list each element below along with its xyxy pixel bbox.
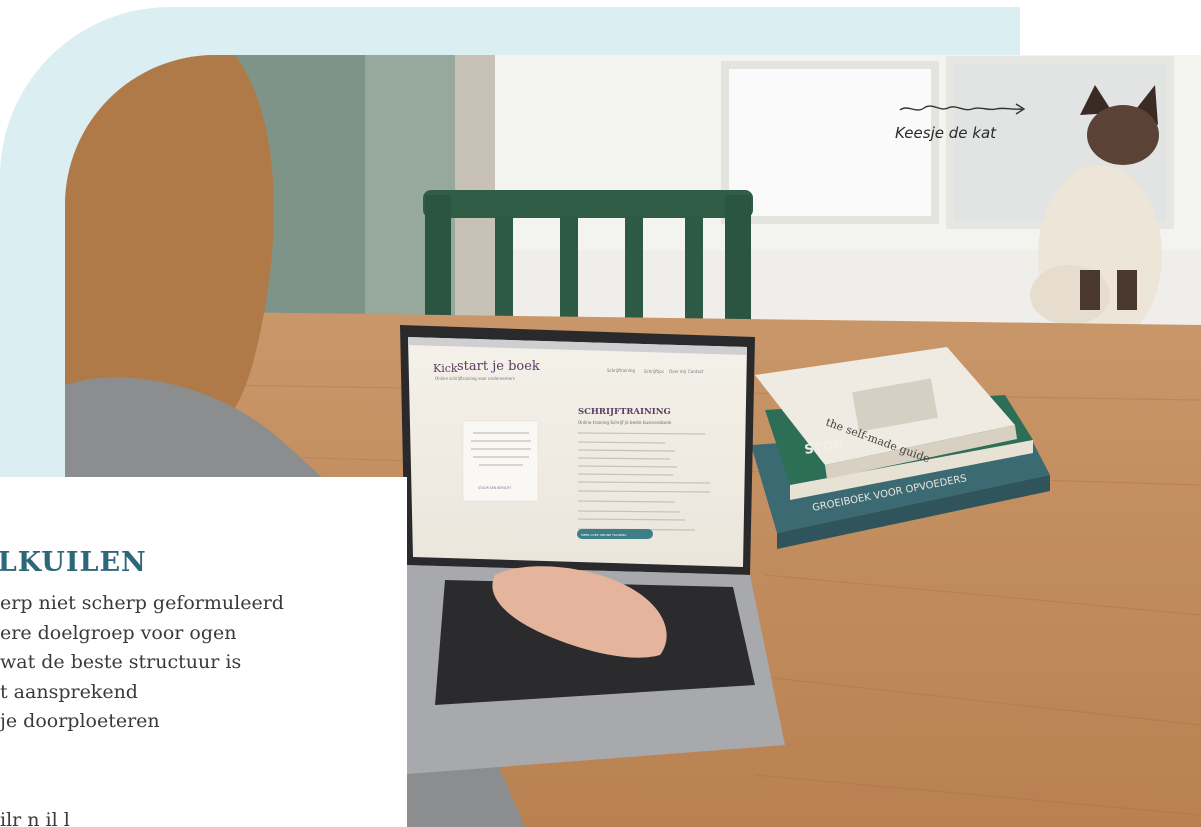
- card-title: VALKUILEN: [0, 547, 147, 578]
- cat-annotation: Keesje de kat: [895, 98, 1035, 148]
- pitfall-list: erp niet scherp geformuleerd ere doelgro…: [0, 589, 284, 737]
- screen-quote-button: STUUR EEN BERICHT: [478, 486, 511, 490]
- screen-cta-button: MEER OVER ONLINE TRAINING: [581, 533, 627, 537]
- cat-label: Keesje de kat: [895, 124, 997, 142]
- list-item: t aansprekend: [0, 680, 138, 703]
- cut-off-line: ilr n il l: [0, 809, 70, 827]
- screen-logo-rest: start je boek: [457, 359, 540, 374]
- laptop: Kick start je boek Online schrijftrainin…: [395, 325, 785, 775]
- screen-nav-4: Contact: [688, 369, 704, 374]
- list-item: je doorploeteren: [0, 710, 160, 732]
- screen-section-subtitle: Online training Schrijf je beste busines…: [578, 420, 672, 425]
- list-item: ere doelgroep voor ogen: [0, 621, 237, 644]
- list-item: wat de beste structuur is: [0, 651, 242, 673]
- screen-nav-2: Schrijftips: [644, 369, 664, 374]
- screen-logo-tagline: Online schrijftraining voor ondernemers: [435, 376, 515, 381]
- screen-section-title: SCHRIJFTRAINING: [578, 407, 671, 417]
- screen-nav-3: Over mij: [669, 369, 686, 374]
- list-item: erp niet scherp geformuleerd: [0, 592, 284, 614]
- text-card: VALKUILEN erp niet scherp geformuleerd e…: [0, 477, 407, 827]
- page: the self-made guide STOP GROEIBOEK VOOR …: [0, 0, 1201, 827]
- screen-nav-1: Schrijftraining: [607, 368, 635, 373]
- wavy-arrow-icon: [899, 103, 1026, 115]
- screen-logo-kick: Kick: [433, 362, 458, 375]
